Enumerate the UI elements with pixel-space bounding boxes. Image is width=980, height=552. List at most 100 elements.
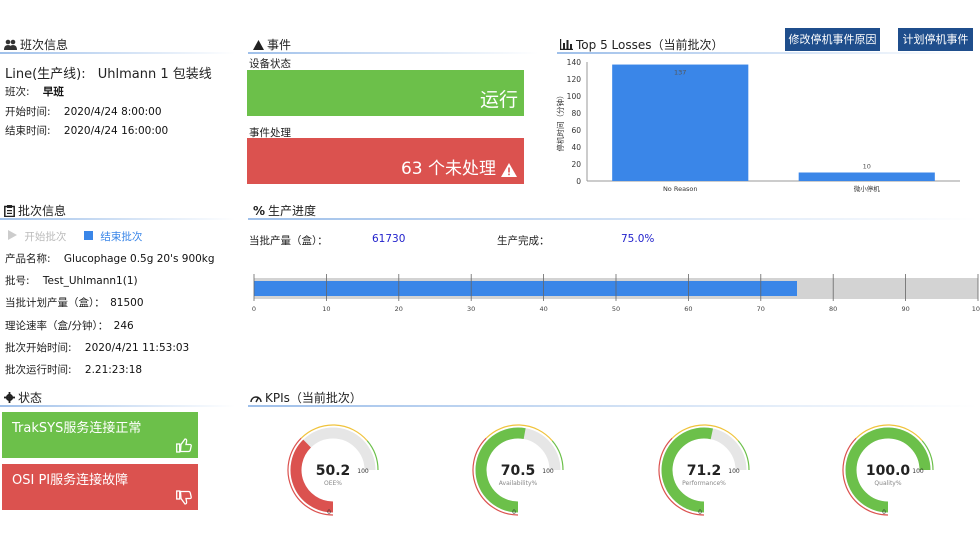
batch-qty-label: 当批产量（盒）： xyxy=(249,235,328,247)
completion-label: 生产完成： xyxy=(497,235,550,247)
line-value: Uhlmann 1 包装线 xyxy=(97,67,212,82)
start-time-value: 2020/4/24 8:00:00 xyxy=(63,106,162,118)
gauge-name: Performance% xyxy=(682,480,726,487)
y-tick-label: 0 xyxy=(576,177,581,186)
event-handling-value: 63 个未处理 xyxy=(400,159,496,179)
play-icon xyxy=(8,230,17,240)
bar-value-label: 10 xyxy=(863,163,871,171)
kpis-divider xyxy=(248,405,978,407)
batch-divider xyxy=(0,218,235,220)
progress-fill xyxy=(254,281,797,296)
thumbs-down-icon xyxy=(176,490,192,505)
start-batch-button[interactable]: 开始批次 xyxy=(8,229,66,244)
alert-triangle-icon xyxy=(501,163,517,177)
users-icon xyxy=(4,39,17,50)
planned-qty-label: 当批计划产量（盒）： xyxy=(5,297,105,309)
batch-title: 批次信息 xyxy=(18,204,67,218)
shift-row: 班次: 早班 xyxy=(5,84,64,99)
rate-value: 246 xyxy=(113,320,134,332)
y-tick-label: 140 xyxy=(567,58,582,67)
losses-divider xyxy=(557,52,977,54)
batch-runtime-value: 2.21:23:18 xyxy=(84,364,143,376)
rate-label: 理论速率（盒/分钟）： xyxy=(5,320,109,332)
progress-tick-label: 90 xyxy=(901,305,909,313)
x-tick-label: No Reason xyxy=(663,185,698,193)
modify-downtime-reason-button[interactable]: 修改停机事件原因 xyxy=(785,28,880,51)
progress-title: 生产进度 xyxy=(268,204,317,218)
osipi-status-tile[interactable]: OSI PI服务连接故障 xyxy=(2,464,198,510)
gauge-max-label: 100 xyxy=(357,468,369,475)
lot-label: 批号: xyxy=(5,275,30,287)
progress-tick-label: 60 xyxy=(684,305,692,313)
gauge-icon xyxy=(250,395,262,402)
end-time-label: 结束时间: xyxy=(5,125,51,137)
line-label: Line(生产线): xyxy=(5,67,86,82)
progress-section-header: % 生产进度 xyxy=(253,202,316,219)
progress-divider xyxy=(248,218,978,220)
kpis-title: KPIs（当前批次） xyxy=(265,391,362,405)
gauge-max-label: 100 xyxy=(912,468,924,475)
event-handling-tile[interactable]: 63 个未处理 xyxy=(247,138,524,184)
y-tick-label: 120 xyxy=(567,75,582,84)
product-label: 产品名称: xyxy=(5,253,51,265)
events-divider xyxy=(248,52,538,54)
batch-section-header: 批次信息 xyxy=(4,202,66,219)
gauge-value: 70.5 xyxy=(501,463,536,479)
traksys-status-tile[interactable]: TrakSYS服务连接正常 xyxy=(2,412,198,458)
gauge-value: 100.0 xyxy=(866,463,911,479)
thumbs-up-icon xyxy=(176,438,192,453)
batch-start-row: 批次开始时间: 2020/4/21 11:53:03 xyxy=(5,340,189,355)
bar xyxy=(612,64,749,181)
equipment-status-tile[interactable]: 运行 xyxy=(247,70,524,116)
y-tick-label: 20 xyxy=(571,160,581,169)
events-section-header: 事件 xyxy=(253,36,291,53)
progress-tick-label: 10 xyxy=(322,305,330,313)
losses-bar-chart: 0 20 40 60 80 100 120 140 停机时间（分钟） 137 No Reason 10… xyxy=(555,58,960,193)
y-axis-label: 停机时间（分钟） xyxy=(555,92,565,152)
lot-row: 批号: Test_Uhlmann1(1) xyxy=(5,273,138,288)
losses-title: Top 5 Losses（当前批次） xyxy=(576,38,724,52)
stop-icon xyxy=(84,231,93,240)
gauge-name: OEE% xyxy=(324,480,342,487)
shift-label: 班次: xyxy=(5,86,30,98)
planned-qty-value: 81500 xyxy=(110,297,144,309)
traksys-status-label: TrakSYS服务连接正常 xyxy=(12,421,142,436)
y-tick-label: 80 xyxy=(571,109,581,118)
progress-tick-label: 20 xyxy=(395,305,403,313)
status-title: 状态 xyxy=(18,391,43,405)
progress-tick-label: 40 xyxy=(539,305,547,313)
end-time-value: 2020/4/24 16:00:00 xyxy=(63,125,169,137)
planned-qty-row: 当批计划产量（盒）： 81500 xyxy=(5,295,144,310)
progress-tick-label: 80 xyxy=(829,305,837,313)
end-time-row: 结束时间: 2020/4/24 16:00:00 xyxy=(5,123,168,138)
losses-section-header: Top 5 Losses（当前批次） xyxy=(560,36,723,53)
status-divider xyxy=(0,405,235,407)
end-batch-button[interactable]: 结束批次 xyxy=(84,229,142,244)
gear-icon xyxy=(4,392,15,403)
kpis-section-header: KPIs（当前批次） xyxy=(250,389,362,406)
gauge-min-label: 0 xyxy=(698,509,702,516)
line-row: Line(生产线): Uhlmann 1 包装线 xyxy=(5,63,212,82)
gauge-max-label: 100 xyxy=(728,468,740,475)
planned-downtime-button[interactable]: 计划停机事件 xyxy=(898,28,973,51)
product-row: 产品名称: Glucophage 0.5g 20's 900kg xyxy=(5,251,215,266)
osipi-status-label: OSI PI服务连接故障 xyxy=(12,473,129,488)
warning-icon xyxy=(253,39,264,50)
gauge-value: 50.2 xyxy=(316,463,351,479)
gauge-name: Availability% xyxy=(499,480,538,487)
batch-qty-value: 61730 xyxy=(372,233,406,245)
progress-bar-chart: 0 10 20 30 40 50 60 70 80 90 100 xyxy=(252,274,980,313)
progress-tick-label: 0 xyxy=(252,305,256,313)
batch-runtime-row: 批次运行时间: 2.21:23:18 xyxy=(5,362,142,377)
progress-tick-label: 70 xyxy=(757,305,765,313)
gauge-min-label: 0 xyxy=(327,509,331,516)
equipment-status-value: 运行 xyxy=(479,89,518,111)
shift-divider xyxy=(0,52,235,54)
gauge-value: 71.2 xyxy=(687,463,722,479)
gauge-min-label: 0 xyxy=(882,509,886,516)
equipment-status-label: 设备状态 xyxy=(249,58,291,70)
events-title: 事件 xyxy=(267,38,292,52)
y-tick-label: 60 xyxy=(571,126,581,135)
y-tick-label: 100 xyxy=(567,92,582,101)
progress-tick-label: 30 xyxy=(467,305,475,313)
